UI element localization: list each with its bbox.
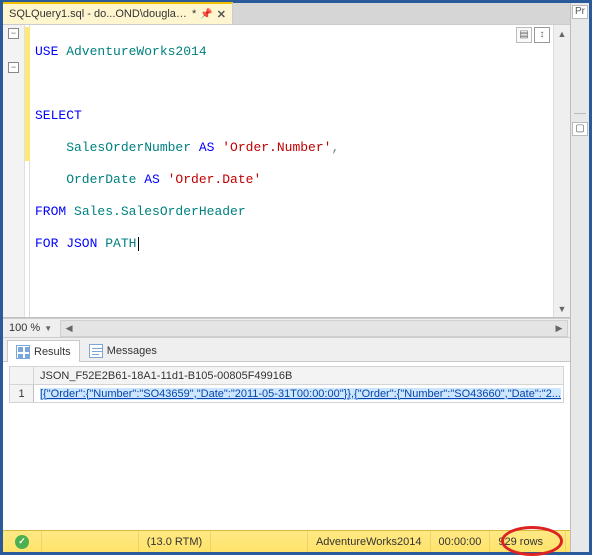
status-rowcount-value: 929 rows xyxy=(498,536,543,548)
nav-up-icon[interactable]: ↕ xyxy=(534,27,550,43)
close-icon[interactable]: ✕ xyxy=(217,8,226,21)
id-col2: OrderDate xyxy=(35,172,144,187)
scroll-right-icon[interactable]: ▶ xyxy=(551,321,567,336)
tab-sqlquery1[interactable]: SQLQuery1.sql - do...OND\douglasl (55)) *… xyxy=(3,2,233,24)
code-editor: − − USE AdventureWorks2014 SELECT SalesO… xyxy=(3,25,570,318)
kw-as: AS xyxy=(199,140,215,155)
op-comma: , xyxy=(331,140,339,155)
status-elapsed: 00:00:00 xyxy=(431,531,491,552)
json-result-link[interactable]: [{"Order":{"Number":"SO43659","Date":"20… xyxy=(40,388,561,400)
tab-messages[interactable]: Messages xyxy=(80,339,166,361)
kw-as: AS xyxy=(144,172,160,187)
status-rowcount: 929 rows xyxy=(490,531,566,552)
scroll-left-icon[interactable]: ◀ xyxy=(61,321,77,336)
id-path: PATH xyxy=(97,236,136,251)
document-tabs: SQLQuery1.sql - do...OND\douglasl (55)) *… xyxy=(3,3,570,25)
results-grid: JSON_F52E2B61-18A1-11d1-B105-00805F49916… xyxy=(9,366,564,403)
app-window: SQLQuery1.sql - do...OND\douglasl (55)) *… xyxy=(0,0,592,555)
fold-toggle-icon[interactable]: − xyxy=(8,28,19,39)
results-tabstrip: Results Messages xyxy=(3,338,570,362)
grid-corner[interactable] xyxy=(10,367,34,385)
tab-results-label: Results xyxy=(34,346,71,358)
status-server xyxy=(42,531,139,552)
chevron-down-icon: ▼ xyxy=(44,324,52,333)
status-login xyxy=(211,531,308,552)
kw-json: JSON xyxy=(58,236,97,251)
divider xyxy=(574,113,586,114)
tab-title: SQLQuery1.sql - do...OND\douglasl (55)) xyxy=(9,8,188,20)
status-bar: ✓ (13.0 RTM) AdventureWorks2014 00:00:00… xyxy=(3,530,570,552)
code-area[interactable]: USE AdventureWorks2014 SELECT SalesOrder… xyxy=(30,25,553,317)
sidebar-item-box[interactable]: ▢ xyxy=(572,122,587,136)
status-database: AdventureWorks2014 xyxy=(308,531,431,552)
str-alias2: 'Order.Date' xyxy=(160,172,261,187)
status-exec-ok: ✓ xyxy=(7,531,42,552)
id-db: AdventureWorks2014 xyxy=(58,44,206,59)
results-panel: JSON_F52E2B61-18A1-11d1-B105-00805F49916… xyxy=(3,362,570,530)
zoom-dropdown[interactable]: 100 % ▼ xyxy=(3,322,58,334)
kw-for: FOR xyxy=(35,236,58,251)
id-table: Sales.SalesOrderHeader xyxy=(66,204,245,219)
column-header-json[interactable]: JSON_F52E2B61-18A1-11d1-B105-00805F49916… xyxy=(34,367,564,385)
editor-corner-tools: ▤ ↕ xyxy=(516,27,550,43)
editor-horizontal-scrollbar[interactable]: ◀ ▶ xyxy=(60,320,568,337)
main-column: SQLQuery1.sql - do...OND\douglasl (55)) *… xyxy=(3,3,570,552)
str-alias1: 'Order.Number' xyxy=(214,140,331,155)
row-number[interactable]: 1 xyxy=(10,385,34,403)
scroll-down-icon[interactable]: ▼ xyxy=(554,300,570,317)
scroll-up-icon[interactable]: ▲ xyxy=(554,25,570,42)
kw-from: FROM xyxy=(35,204,66,219)
kw-use: USE xyxy=(35,44,58,59)
id-col1: SalesOrderNumber xyxy=(35,140,199,155)
right-sidebar: Pr ▢ xyxy=(570,3,589,552)
kw-select: SELECT xyxy=(35,108,82,123)
tab-messages-label: Messages xyxy=(107,345,157,357)
fold-toggle-icon[interactable]: − xyxy=(8,62,19,73)
status-version: (13.0 RTM) xyxy=(139,531,211,552)
tab-results[interactable]: Results xyxy=(7,340,80,362)
editor-footer: 100 % ▼ ◀ ▶ xyxy=(3,318,570,338)
tab-modified-indicator: * xyxy=(192,8,196,20)
check-icon: ✓ xyxy=(15,535,29,549)
text-caret xyxy=(138,237,139,251)
editor-gutter: − − xyxy=(3,25,25,317)
sidebar-item-properties[interactable]: Pr xyxy=(572,5,588,19)
split-view-icon[interactable]: ▤ xyxy=(516,27,532,43)
table-row[interactable]: 1 [{"Order":{"Number":"SO43659","Date":"… xyxy=(10,385,564,403)
editor-vertical-scrollbar[interactable]: ▲ ▼ xyxy=(553,25,570,317)
messages-icon xyxy=(89,344,103,358)
result-cell[interactable]: [{"Order":{"Number":"SO43659","Date":"20… xyxy=(34,385,564,403)
pin-icon[interactable]: 📌 xyxy=(200,9,212,20)
grid-icon xyxy=(16,345,30,359)
zoom-value: 100 % xyxy=(9,322,40,334)
